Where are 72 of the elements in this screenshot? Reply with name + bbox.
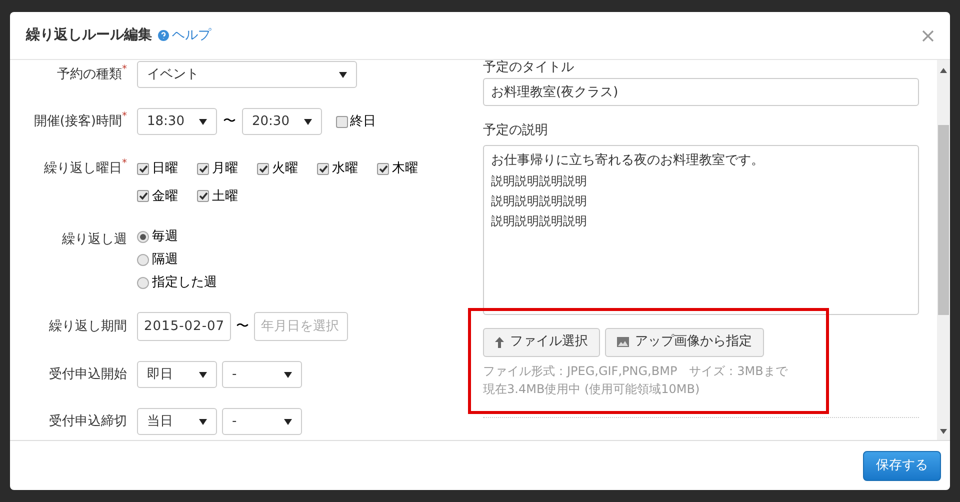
description-line: 説明説明説明説明: [491, 192, 588, 210]
time-select[interactable]: -: [222, 408, 302, 435]
scroll-down-icon[interactable]: [940, 429, 947, 434]
checkbox[interactable]: [137, 162, 149, 175]
caret-icon: [284, 418, 292, 424]
checkbox[interactable]: [377, 162, 389, 175]
field-label: 繰り返し期間: [49, 318, 127, 336]
description-textarea[interactable]: お仕事帰りに立ち寄れる夜のお料理教室です。 説明説明説明説明 説明説明説明説明 説明説明説明説明: [483, 144, 919, 314]
radio-label: 毎週: [152, 228, 178, 246]
image-icon: [617, 337, 629, 347]
field-label: 予定の説明: [483, 122, 549, 140]
caret-icon: [199, 372, 207, 378]
description-line: 説明説明説明説明: [491, 212, 588, 230]
radio-button[interactable]: [137, 254, 149, 266]
range-separator: 〜: [236, 318, 249, 336]
caret-icon: [199, 418, 207, 424]
time-select[interactable]: -: [222, 361, 302, 388]
type-select[interactable]: イベント: [137, 61, 357, 88]
radio-button[interactable]: [137, 231, 149, 243]
field-label: 受付申込開始: [49, 366, 127, 384]
checkbox[interactable]: [317, 162, 329, 175]
date-field[interactable]: 年月日を選択: [254, 312, 348, 341]
field-label: 受付申込締切: [49, 412, 127, 431]
help-link[interactable]: ヘルプ: [172, 26, 211, 46]
field-label: 予約の種類: [57, 66, 122, 84]
date-field[interactable]: 2015-02-07: [137, 312, 231, 341]
scroll-up-icon[interactable]: [940, 68, 947, 73]
timing-select[interactable]: 当日: [137, 408, 217, 435]
dialog-title: 繰り返しルール編集: [26, 26, 152, 45]
title-field[interactable]: お料理教室(夜クラス): [483, 78, 919, 106]
checkbox-label: 日曜: [152, 160, 178, 178]
upload-note: 現在3.4MB使用中 (使用可能領域10MB): [483, 380, 701, 398]
description-line: お仕事帰りに立ち寄れる夜のお料理教室です。: [491, 152, 765, 170]
field-label: 繰り返し曜日: [44, 160, 122, 178]
checkbox[interactable]: [197, 162, 209, 175]
checkbox-label: 終日: [350, 112, 376, 131]
up-arrow-icon: [495, 336, 504, 348]
checkbox[interactable]: [137, 190, 149, 202]
caret-icon: [339, 72, 347, 78]
time-select[interactable]: 20:30: [242, 108, 322, 135]
save-button[interactable]: 保存する: [863, 450, 941, 480]
checkbox[interactable]: [336, 116, 348, 128]
upload-note: ファイル形式：JPEG,GIF,PNG,BMP サイズ：3MBまで: [483, 362, 789, 380]
required-mark: *: [122, 159, 127, 169]
checkbox-label: 水曜: [332, 160, 358, 178]
caret-icon: [284, 372, 292, 378]
radio-label: 指定した週: [152, 274, 217, 292]
range-separator: 〜: [223, 112, 236, 131]
timing-select[interactable]: 即日: [137, 361, 217, 388]
checkbox-label: 木曜: [392, 160, 418, 178]
checkbox[interactable]: [257, 162, 269, 175]
field-label: 予定のタイトル: [483, 60, 575, 75]
checkbox-label: 金曜: [152, 188, 178, 206]
checkbox-label: 月曜: [212, 160, 238, 178]
radio-button[interactable]: [137, 277, 149, 289]
field-label: 繰り返し週: [62, 231, 127, 249]
close-icon[interactable]: [922, 30, 934, 42]
field-label: 開催(接客)時間: [34, 112, 122, 131]
time-select[interactable]: 18:30: [137, 108, 217, 135]
help-icon: [158, 30, 169, 41]
caret-icon: [199, 118, 207, 124]
caret-icon: [304, 118, 312, 124]
scrollbar[interactable]: [937, 60, 950, 440]
required-mark: *: [122, 64, 127, 75]
required-mark: *: [122, 112, 127, 122]
checkbox[interactable]: [197, 190, 209, 202]
radio-label: 隔週: [152, 251, 178, 270]
upload-button[interactable]: アップ画像から指定: [605, 328, 764, 356]
checkbox-label: 土曜: [212, 188, 238, 206]
upload-button[interactable]: ファイル選択: [483, 328, 600, 356]
checkbox-label: 火曜: [272, 160, 298, 178]
description-line: 説明説明説明説明: [491, 172, 588, 190]
